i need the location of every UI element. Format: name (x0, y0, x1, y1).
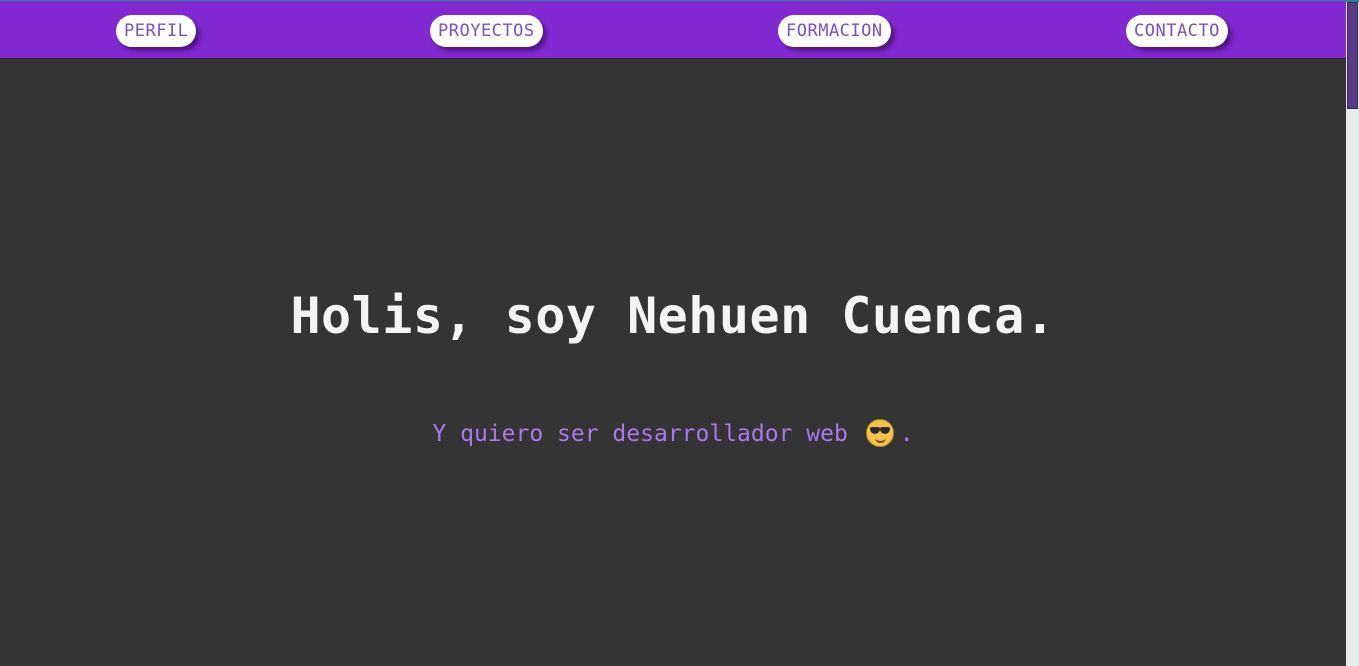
smiling-face-with-sunglasses-icon (865, 419, 894, 447)
hero-subtitle: Y quiero ser desarrollador web . (0, 418, 1346, 450)
nav-button-formacion[interactable]: FORMACION (778, 15, 891, 47)
hero-subtitle-period: . (899, 421, 914, 447)
hero-title: Holis, soy Nehuen Cuenca. (290, 287, 1056, 345)
scrollbar-thumb[interactable] (1347, 2, 1358, 109)
nav-button-proyectos[interactable]: PROYECTOS (430, 15, 543, 47)
vertical-scrollbar[interactable] (1346, 0, 1359, 666)
nav-button-contacto[interactable]: CONTACTO (1126, 15, 1228, 47)
top-nav-bar: PERFIL PROYECTOS FORMACION CONTACTO (0, 0, 1346, 59)
nav-button-perfil[interactable]: PERFIL (116, 15, 197, 47)
hero-subtitle-text: Y quiero ser desarrollador web (432, 421, 848, 447)
page: PERFIL PROYECTOS FORMACION CONTACTO Holi… (0, 0, 1359, 666)
